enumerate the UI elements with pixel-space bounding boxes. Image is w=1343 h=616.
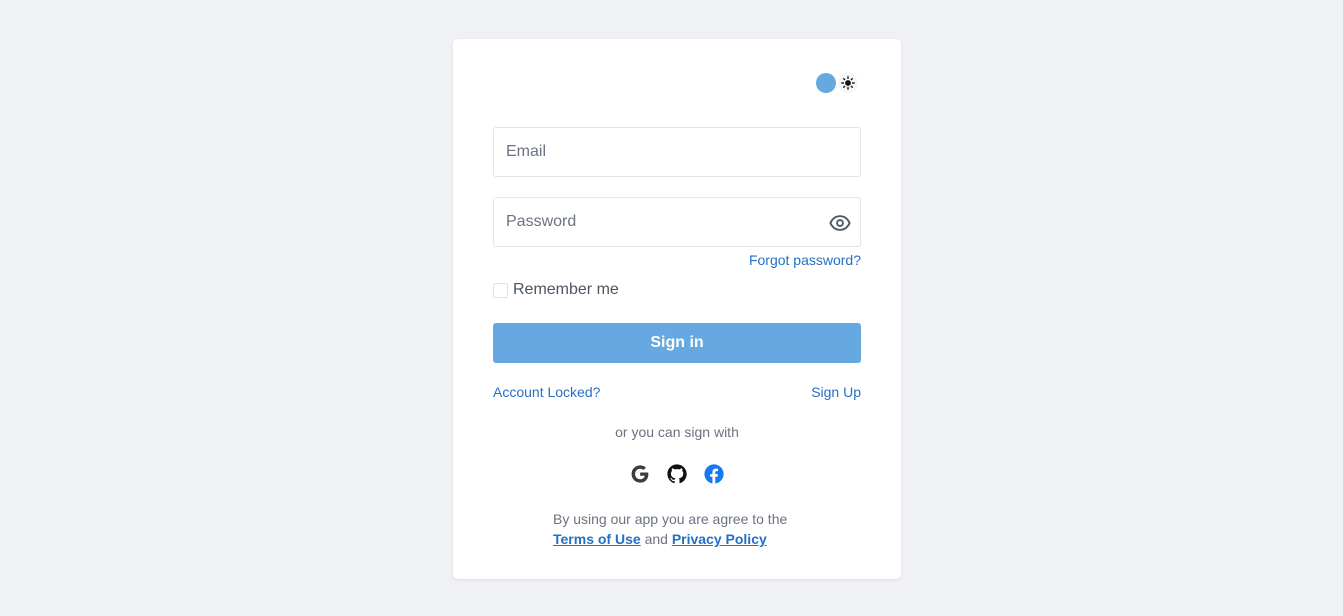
remember-me-label: Remember me (513, 281, 619, 298)
or-sign-with-text: or you can sign with (615, 424, 739, 440)
terms-line-1: By using our app you are agree to the (553, 511, 788, 527)
privacy-policy-link[interactable]: Privacy Policy (672, 531, 767, 547)
forgot-password-link[interactable]: Forgot password? (749, 252, 861, 268)
remember-me[interactable]: Remember me (493, 281, 619, 299)
social-login-row (453, 463, 901, 485)
account-locked-link[interactable]: Account Locked? (493, 384, 600, 400)
sign-up-link[interactable]: Sign Up (811, 384, 861, 400)
email-input[interactable] (494, 128, 860, 176)
google-icon[interactable] (629, 463, 651, 485)
github-icon[interactable] (666, 463, 688, 485)
remember-me-checkbox[interactable] (493, 282, 508, 298)
email-field-wrapper (493, 127, 861, 177)
theme-toggle[interactable] (816, 72, 859, 94)
terms-line-2: Terms of Use and Privacy Policy (553, 529, 787, 549)
sign-in-button[interactable]: Sign in (493, 323, 861, 363)
facebook-icon[interactable] (703, 463, 725, 485)
terms-and-text: and (644, 531, 668, 547)
terms-text: By using our app you are agree to the Te… (553, 509, 787, 549)
toggle-knob (816, 73, 836, 93)
terms-of-use-link[interactable]: Terms of Use (553, 531, 641, 547)
eye-icon[interactable] (828, 211, 852, 235)
login-card: Forgot password? Remember me Sign in Acc… (453, 39, 901, 579)
password-field-wrapper (493, 197, 861, 247)
password-input[interactable] (494, 198, 860, 246)
sun-icon (838, 73, 858, 93)
